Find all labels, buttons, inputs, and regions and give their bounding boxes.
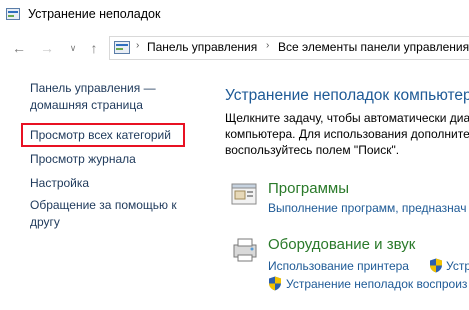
- uac-shield-icon: [269, 276, 281, 291]
- sidebar-item-view-all-categories[interactable]: Просмотр всех категорий: [30, 127, 171, 144]
- link-run-older-programs[interactable]: Выполнение программ, предназнач: [268, 201, 466, 215]
- control-panel-icon: [6, 8, 20, 20]
- sidebar-item-ask-friend[interactable]: Обращение за помощью к другу: [30, 197, 177, 231]
- uac-shield-icon: [430, 258, 442, 273]
- sidebar-item-label: другу: [30, 215, 60, 229]
- sidebar-item-label: Настройка: [30, 176, 90, 190]
- description-line: Щелкните задачу, чтобы автоматически диа: [225, 111, 469, 125]
- sidebar-item-label: Просмотр всех категорий: [30, 128, 171, 142]
- sidebar-item-label: Просмотр журнала: [30, 152, 136, 166]
- hardware-sound-icon: [233, 238, 257, 262]
- breadcrumb-control-panel[interactable]: Панель управления: [147, 40, 257, 54]
- description-line: воспользуйтесь полем "Поиск".: [225, 143, 400, 157]
- category-hardware-sound[interactable]: Оборудование и звук: [268, 236, 415, 253]
- back-arrow-icon[interactable]: ←: [10, 39, 28, 57]
- sidebar-item-settings[interactable]: Настройка: [30, 175, 89, 192]
- description-line: компьютера. Для использования дополните: [225, 127, 469, 141]
- forward-arrow-icon[interactable]: →: [38, 39, 56, 57]
- category-programs[interactable]: Программы: [268, 180, 349, 197]
- sidebar-item-label: Панель управления —: [30, 81, 156, 95]
- sidebar-item-control-panel-home[interactable]: Панель управления — домашняя страница: [30, 80, 156, 114]
- navigation-bar: ← → ∨ ↑ › Панель управления › Все элемен…: [0, 34, 469, 62]
- link-use-printer[interactable]: Использование принтера: [268, 259, 409, 273]
- link-hardware-device[interactable]: Устр: [446, 259, 469, 273]
- sidebar-item-label: Обращение за помощью к: [30, 198, 177, 212]
- page-title: Устранение неполадок компьютера: [225, 87, 469, 104]
- breadcrumb-separator-icon[interactable]: ›: [266, 40, 269, 51]
- breadcrumb-separator-icon[interactable]: ›: [136, 40, 139, 51]
- sidebar-item-label: домашняя страница: [30, 98, 143, 112]
- link-audio-playback-troubleshoot[interactable]: Устранение неполадок воспроиз: [286, 277, 467, 291]
- sidebar-item-view-history[interactable]: Просмотр журнала: [30, 151, 136, 168]
- control-panel-icon: [114, 41, 130, 54]
- up-arrow-icon[interactable]: ↑: [85, 39, 103, 57]
- breadcrumb-all-items[interactable]: Все элементы панели управления: [278, 40, 469, 54]
- title-bar: Устранение неполадок: [0, 0, 469, 30]
- programs-icon: [231, 183, 257, 205]
- recent-locations-chevron-icon[interactable]: ∨: [64, 39, 82, 57]
- window-title: Устранение неполадок: [28, 7, 161, 21]
- address-bar[interactable]: › Панель управления › Все элементы панел…: [109, 36, 469, 60]
